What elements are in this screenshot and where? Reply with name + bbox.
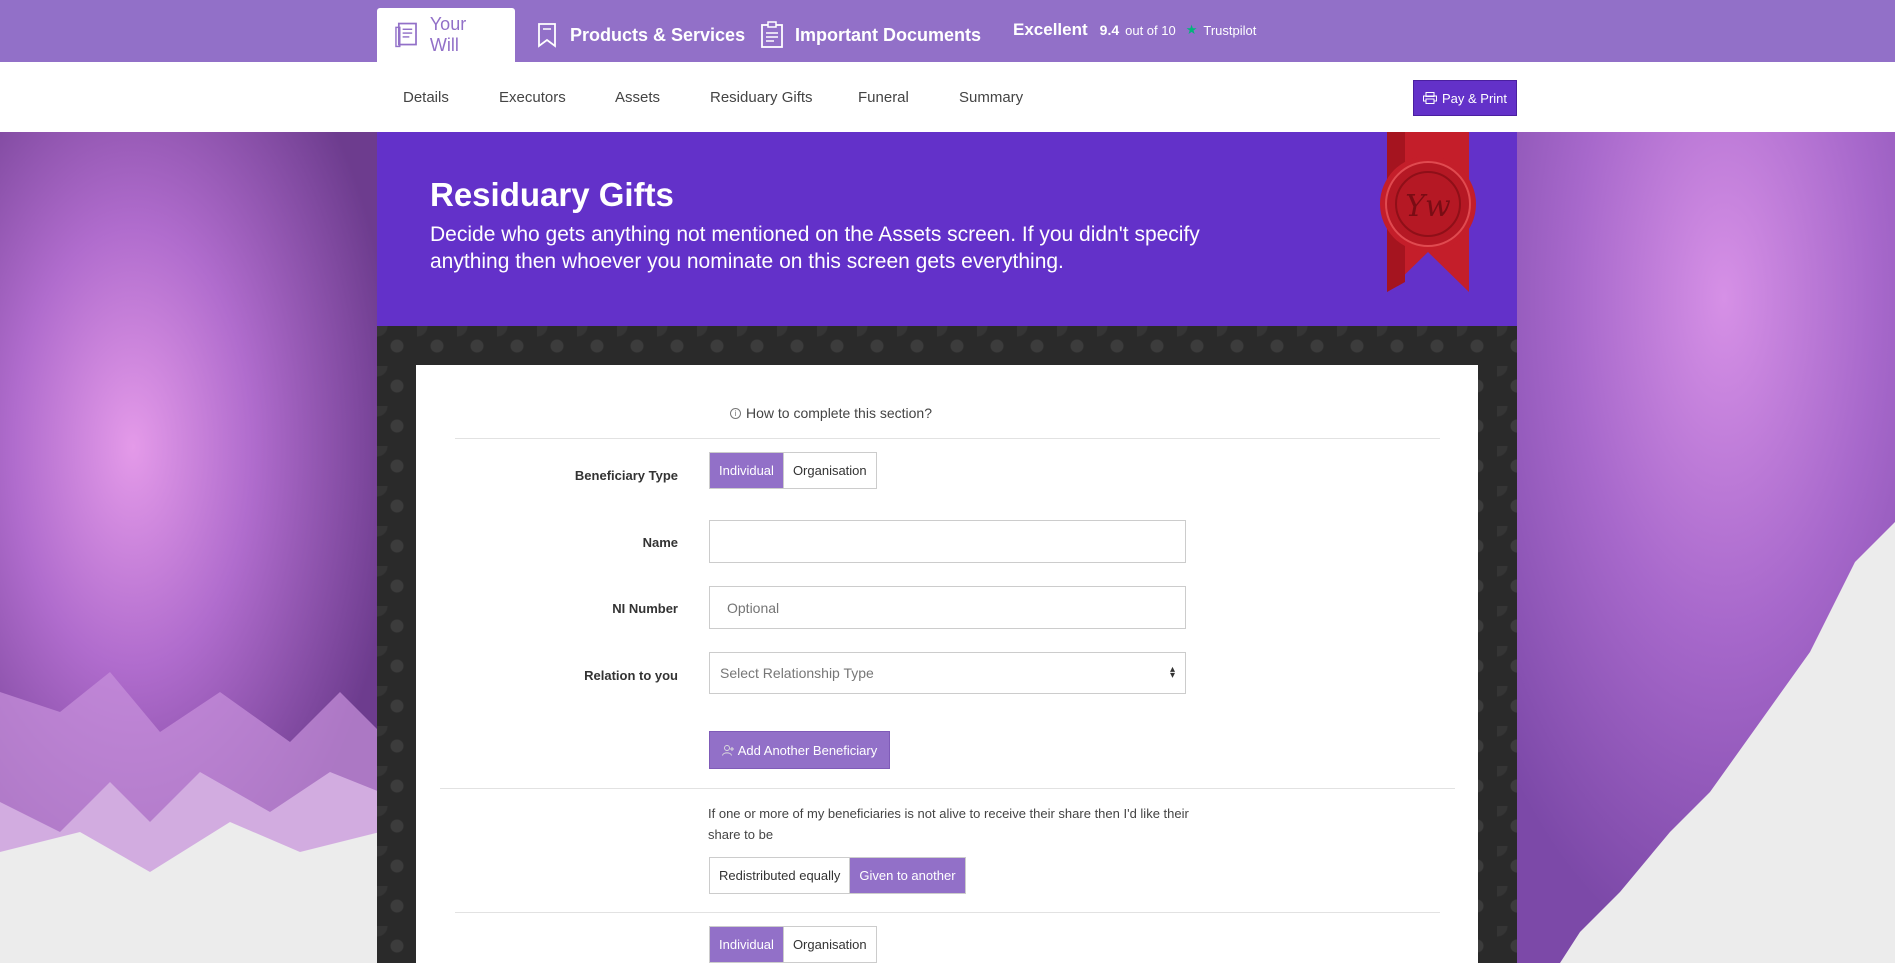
section-nav: Details Executors Assets Residuary Gifts… <box>0 62 1895 132</box>
add-beneficiary-label: Add Another Beneficiary <box>737 742 878 758</box>
divider <box>455 438 1440 439</box>
tab-your-will[interactable]: Your Will <box>377 8 515 62</box>
nav-executors[interactable]: Executors <box>499 89 566 106</box>
nav-assets[interactable]: Assets <box>615 89 660 106</box>
page-description: Decide who gets anything not mentioned o… <box>430 223 1200 273</box>
option-redistributed-equally[interactable]: Redistributed equally <box>710 858 850 893</box>
rating-out-of: out of 10 <box>1125 22 1176 38</box>
tab-important-documents[interactable]: Important Documents <box>741 8 999 62</box>
nav-summary[interactable]: Summary <box>959 89 1023 106</box>
relation-label: Relation to you <box>584 668 678 683</box>
ni-number-input[interactable] <box>709 586 1186 629</box>
option-organisation[interactable]: Organisation <box>782 453 876 488</box>
tab-label: Products & Services <box>570 24 746 45</box>
rating-score: 9.4 <box>1099 22 1120 38</box>
ni-number-label: NI Number <box>612 601 678 616</box>
pay-print-button[interactable]: Pay & Print <box>1413 80 1517 116</box>
share-distribution-toggle: Redistributed equally Given to another <box>709 857 966 894</box>
document-icon <box>395 22 417 48</box>
option-individual[interactable]: Individual <box>710 927 783 962</box>
seal-monogram: Yw <box>1405 189 1451 224</box>
beneficiary-type-toggle-2: Individual Organisation <box>709 926 877 963</box>
trustpilot-rating[interactable]: Excellent 9.4 out of 10 ★ Trustpilot <box>1013 20 1256 40</box>
page-title: Residuary Gifts <box>430 176 674 213</box>
relationship-select[interactable]: Select Relationship Type ▴ ▾ <box>709 652 1186 694</box>
pay-print-label: Pay & Print <box>1441 90 1508 106</box>
nav-details[interactable]: Details <box>403 89 449 106</box>
bookmark-icon <box>538 23 556 48</box>
info-icon: i <box>730 407 741 419</box>
tab-label: Your Will <box>429 14 467 55</box>
section-header: Residuary Gifts Decide who gets anything… <box>377 132 1517 326</box>
star-icon: ★ <box>1185 22 1198 37</box>
survivorship-note: If one or more of my beneficiaries is no… <box>708 806 1189 842</box>
add-beneficiary-button[interactable]: Add Another Beneficiary <box>709 731 890 769</box>
option-given-to-another[interactable]: Given to another <box>849 858 965 893</box>
name-input[interactable] <box>709 520 1186 563</box>
top-bar: Your Will Products & Services Important … <box>0 0 1895 62</box>
nav-residuary-gifts[interactable]: Residuary Gifts <box>710 89 813 106</box>
sort-arrows-icon: ▴ ▾ <box>1169 664 1175 681</box>
help-link-label: How to complete this section? <box>746 405 932 421</box>
divider <box>440 788 1455 789</box>
add-user-icon <box>721 744 734 756</box>
nav-funeral[interactable]: Funeral <box>858 89 909 106</box>
tab-label: Important Documents <box>795 24 982 45</box>
wax-seal-logo: Yw <box>1380 132 1476 292</box>
divider <box>455 912 1440 913</box>
printer-icon <box>1422 92 1437 104</box>
beneficiary-type-toggle: Individual Organisation <box>709 452 877 489</box>
clipboard-icon <box>761 21 783 48</box>
name-label: Name <box>642 535 678 550</box>
option-organisation[interactable]: Organisation <box>782 927 876 962</box>
relationship-select-value: Select Relationship Type <box>720 665 874 681</box>
option-individual[interactable]: Individual <box>710 453 783 488</box>
help-link[interactable]: i How to complete this section? <box>730 405 932 421</box>
tab-products-services[interactable]: Products & Services <box>516 8 763 62</box>
rating-label: Excellent <box>1013 20 1088 39</box>
beneficiary-type-label: Beneficiary Type <box>574 468 678 483</box>
rating-brand: Trustpilot <box>1203 22 1257 38</box>
